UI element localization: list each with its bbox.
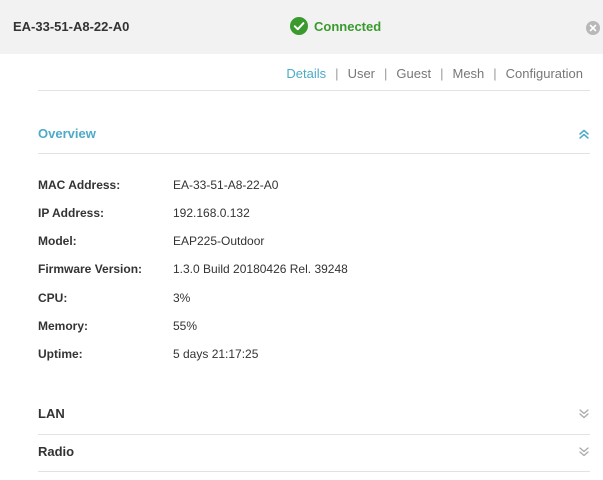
cpu-label: CPU: <box>38 291 68 305</box>
memory-value: 55% <box>173 319 198 333</box>
lan-title: LAN <box>38 406 65 421</box>
tab-separator: | <box>440 66 444 81</box>
close-icon[interactable] <box>586 21 600 35</box>
panel-header: EA-33-51-A8-22-A0 Connected <box>0 0 603 54</box>
tab-separator: | <box>335 66 339 81</box>
mac-address-label: MAC Address: <box>38 178 121 192</box>
detail-tabs: Details | User | Guest | Mesh | Configur… <box>286 66 583 81</box>
overview-divider <box>38 153 590 154</box>
tab-guest[interactable]: Guest <box>396 66 431 81</box>
connection-status: Connected <box>290 17 381 35</box>
double-chevron-down-icon[interactable] <box>578 446 590 458</box>
lan-divider <box>38 434 590 435</box>
device-detail-panel: EA-33-51-A8-22-A0 Connected Details | Us… <box>0 0 603 480</box>
ip-address-label: IP Address: <box>38 206 105 220</box>
cpu-value: 3% <box>173 291 191 305</box>
overview-section-header[interactable]: Overview <box>38 126 590 146</box>
overview-title: Overview <box>38 126 96 141</box>
tab-details[interactable]: Details <box>286 66 326 81</box>
tab-configuration[interactable]: Configuration <box>506 66 583 81</box>
tab-separator: | <box>493 66 497 81</box>
firmware-version-value: 1.3.0 Build 20180426 Rel. 39248 <box>173 262 348 276</box>
tab-user[interactable]: User <box>348 66 375 81</box>
model-label: Model: <box>38 234 77 248</box>
tab-separator: | <box>384 66 388 81</box>
device-name: EA-33-51-A8-22-A0 <box>13 19 130 34</box>
tabs-divider <box>38 90 590 91</box>
uptime-label: Uptime: <box>38 347 83 361</box>
radio-section-header[interactable]: Radio <box>38 444 590 464</box>
radio-title: Radio <box>38 444 75 459</box>
check-circle-icon <box>290 17 308 35</box>
firmware-version-label: Firmware Version: <box>38 262 143 276</box>
double-chevron-down-icon[interactable] <box>578 408 590 420</box>
status-text: Connected <box>314 18 382 34</box>
double-chevron-up-icon[interactable] <box>578 128 590 140</box>
memory-label: Memory: <box>38 319 89 333</box>
uptime-value: 5 days 21:17:25 <box>173 347 259 361</box>
mac-address-value: EA-33-51-A8-22-A0 <box>173 178 279 192</box>
model-value: EAP225-Outdoor <box>173 234 265 248</box>
radio-divider <box>38 471 590 472</box>
lan-section-header[interactable]: LAN <box>38 406 590 426</box>
tab-mesh[interactable]: Mesh <box>452 66 484 81</box>
ip-address-value: 192.168.0.132 <box>173 206 250 220</box>
